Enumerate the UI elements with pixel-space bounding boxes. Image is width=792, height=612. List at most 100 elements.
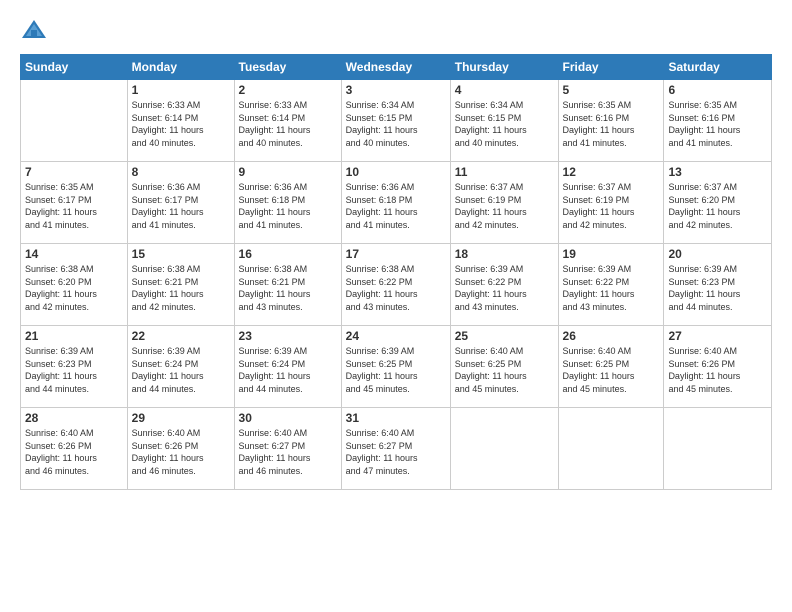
calendar-cell: 29Sunrise: 6:40 AM Sunset: 6:26 PM Dayli… bbox=[127, 408, 234, 490]
day-number: 23 bbox=[239, 329, 337, 343]
day-number: 14 bbox=[25, 247, 123, 261]
day-info: Sunrise: 6:38 AM Sunset: 6:21 PM Dayligh… bbox=[239, 263, 337, 313]
day-info: Sunrise: 6:40 AM Sunset: 6:26 PM Dayligh… bbox=[132, 427, 230, 477]
day-number: 5 bbox=[563, 83, 660, 97]
calendar-cell: 19 Sunrise: 6:39 AM Sunset: 6:22 PM Dayli… bbox=[558, 244, 664, 326]
day-info: Sunrise: 6:37 AM Sunset: 6:19 PM Dayligh… bbox=[563, 181, 660, 231]
week-row-1: 1 Sunrise: 6:33 AM Sunset: 6:14 PM Daylig… bbox=[21, 80, 772, 162]
calendar-cell: 8 Sunrise: 6:36 AM Sunset: 6:17 PM Daylig… bbox=[127, 162, 234, 244]
calendar-cell: 4Sunrise: 6:34 AM Sunset: 6:15 PM Daylig… bbox=[450, 80, 558, 162]
weekday-header-saturday: Saturday bbox=[664, 55, 772, 80]
calendar-cell bbox=[558, 408, 664, 490]
day-number: 27 bbox=[668, 329, 767, 343]
day-info: Sunrise: 6:38 AM Sunset: 6:20 PM Dayligh… bbox=[25, 263, 123, 313]
calendar-cell: 11 Sunrise: 6:37 AM Sunset: 6:19 PM Dayli… bbox=[450, 162, 558, 244]
day-info: Sunrise: 6:36 AM Sunset: 6:18 PM Dayligh… bbox=[239, 181, 337, 231]
day-number: 6 bbox=[668, 83, 767, 97]
week-row-2: 7Sunrise: 6:35 AM Sunset: 6:17 PM Daylig… bbox=[21, 162, 772, 244]
day-info: Sunrise: 6:40 AM Sunset: 6:26 PM Dayligh… bbox=[668, 345, 767, 395]
day-number: 15 bbox=[132, 247, 230, 261]
calendar-cell: 27 Sunrise: 6:40 AM Sunset: 6:26 PM Dayli… bbox=[664, 326, 772, 408]
day-number: 13 bbox=[668, 165, 767, 179]
calendar-cell: 26 Sunrise: 6:40 AM Sunset: 6:25 PM Dayli… bbox=[558, 326, 664, 408]
day-number: 2 bbox=[239, 83, 337, 97]
day-info: Sunrise: 6:39 AM Sunset: 6:22 PM Dayligh… bbox=[455, 263, 554, 313]
day-info: Sunrise: 6:39 AM Sunset: 6:25 PM Dayligh… bbox=[346, 345, 446, 395]
calendar-cell: 12 Sunrise: 6:37 AM Sunset: 6:19 PM Dayli… bbox=[558, 162, 664, 244]
calendar-cell: 10 Sunrise: 6:36 AM Sunset: 6:18 PM Dayli… bbox=[341, 162, 450, 244]
day-number: 19 bbox=[563, 247, 660, 261]
calendar-cell: 5 Sunrise: 6:35 AM Sunset: 6:16 PM Daylig… bbox=[558, 80, 664, 162]
week-row-5: 28 Sunrise: 6:40 AM Sunset: 6:26 PM Dayli… bbox=[21, 408, 772, 490]
calendar-cell: 2 Sunrise: 6:33 AM Sunset: 6:14 PM Daylig… bbox=[234, 80, 341, 162]
day-number: 25 bbox=[455, 329, 554, 343]
calendar-cell: 1 Sunrise: 6:33 AM Sunset: 6:14 PM Daylig… bbox=[127, 80, 234, 162]
calendar-cell: 21Sunrise: 6:39 AM Sunset: 6:23 PM Dayli… bbox=[21, 326, 128, 408]
weekday-header-thursday: Thursday bbox=[450, 55, 558, 80]
day-info: Sunrise: 6:40 AM Sunset: 6:26 PM Dayligh… bbox=[25, 427, 123, 477]
header bbox=[20, 16, 772, 44]
day-info: Sunrise: 6:39 AM Sunset: 6:23 PM Dayligh… bbox=[668, 263, 767, 313]
day-info: Sunrise: 6:39 AM Sunset: 6:24 PM Dayligh… bbox=[132, 345, 230, 395]
weekday-header-sunday: Sunday bbox=[21, 55, 128, 80]
day-info: Sunrise: 6:35 AM Sunset: 6:17 PM Dayligh… bbox=[25, 181, 123, 231]
calendar-cell: 13 Sunrise: 6:37 AM Sunset: 6:20 PM Dayli… bbox=[664, 162, 772, 244]
calendar-cell bbox=[21, 80, 128, 162]
day-info: Sunrise: 6:39 AM Sunset: 6:23 PM Dayligh… bbox=[25, 345, 123, 395]
day-number: 16 bbox=[239, 247, 337, 261]
day-info: Sunrise: 6:38 AM Sunset: 6:22 PM Dayligh… bbox=[346, 263, 446, 313]
calendar-cell: 23Sunrise: 6:39 AM Sunset: 6:24 PM Dayli… bbox=[234, 326, 341, 408]
day-info: Sunrise: 6:36 AM Sunset: 6:17 PM Dayligh… bbox=[132, 181, 230, 231]
calendar-cell: 22Sunrise: 6:39 AM Sunset: 6:24 PM Dayli… bbox=[127, 326, 234, 408]
day-info: Sunrise: 6:37 AM Sunset: 6:19 PM Dayligh… bbox=[455, 181, 554, 231]
week-row-3: 14 Sunrise: 6:38 AM Sunset: 6:20 PM Dayli… bbox=[21, 244, 772, 326]
calendar-table: SundayMondayTuesdayWednesdayThursdayFrid… bbox=[20, 54, 772, 490]
weekday-header-wednesday: Wednesday bbox=[341, 55, 450, 80]
calendar-cell: 16 Sunrise: 6:38 AM Sunset: 6:21 PM Dayli… bbox=[234, 244, 341, 326]
week-row-4: 21Sunrise: 6:39 AM Sunset: 6:23 PM Dayli… bbox=[21, 326, 772, 408]
calendar-cell: 20Sunrise: 6:39 AM Sunset: 6:23 PM Dayli… bbox=[664, 244, 772, 326]
day-number: 1 bbox=[132, 83, 230, 97]
weekday-header-row: SundayMondayTuesdayWednesdayThursdayFrid… bbox=[21, 55, 772, 80]
day-info: Sunrise: 6:40 AM Sunset: 6:25 PM Dayligh… bbox=[455, 345, 554, 395]
day-number: 30 bbox=[239, 411, 337, 425]
day-number: 24 bbox=[346, 329, 446, 343]
day-number: 26 bbox=[563, 329, 660, 343]
day-info: Sunrise: 6:33 AM Sunset: 6:14 PM Dayligh… bbox=[239, 99, 337, 149]
day-number: 8 bbox=[132, 165, 230, 179]
calendar-cell: 31 Sunrise: 6:40 AM Sunset: 6:27 PM Dayli… bbox=[341, 408, 450, 490]
calendar-cell: 14 Sunrise: 6:38 AM Sunset: 6:20 PM Dayli… bbox=[21, 244, 128, 326]
day-info: Sunrise: 6:35 AM Sunset: 6:16 PM Dayligh… bbox=[563, 99, 660, 149]
day-info: Sunrise: 6:33 AM Sunset: 6:14 PM Dayligh… bbox=[132, 99, 230, 149]
calendar-cell: 25 Sunrise: 6:40 AM Sunset: 6:25 PM Dayli… bbox=[450, 326, 558, 408]
calendar-cell: 17 Sunrise: 6:38 AM Sunset: 6:22 PM Dayli… bbox=[341, 244, 450, 326]
weekday-header-monday: Monday bbox=[127, 55, 234, 80]
day-number: 10 bbox=[346, 165, 446, 179]
day-info: Sunrise: 6:37 AM Sunset: 6:20 PM Dayligh… bbox=[668, 181, 767, 231]
calendar-cell: 3Sunrise: 6:34 AM Sunset: 6:15 PM Daylig… bbox=[341, 80, 450, 162]
day-info: Sunrise: 6:40 AM Sunset: 6:27 PM Dayligh… bbox=[346, 427, 446, 477]
day-info: Sunrise: 6:39 AM Sunset: 6:22 PM Dayligh… bbox=[563, 263, 660, 313]
logo-icon bbox=[20, 16, 48, 44]
day-number: 4 bbox=[455, 83, 554, 97]
day-info: Sunrise: 6:38 AM Sunset: 6:21 PM Dayligh… bbox=[132, 263, 230, 313]
day-number: 31 bbox=[346, 411, 446, 425]
day-info: Sunrise: 6:35 AM Sunset: 6:16 PM Dayligh… bbox=[668, 99, 767, 149]
day-number: 11 bbox=[455, 165, 554, 179]
day-info: Sunrise: 6:40 AM Sunset: 6:25 PM Dayligh… bbox=[563, 345, 660, 395]
weekday-header-tuesday: Tuesday bbox=[234, 55, 341, 80]
calendar-cell: 18 Sunrise: 6:39 AM Sunset: 6:22 PM Dayli… bbox=[450, 244, 558, 326]
day-number: 3 bbox=[346, 83, 446, 97]
day-info: Sunrise: 6:36 AM Sunset: 6:18 PM Dayligh… bbox=[346, 181, 446, 231]
calendar-cell: 15 Sunrise: 6:38 AM Sunset: 6:21 PM Dayli… bbox=[127, 244, 234, 326]
day-number: 17 bbox=[346, 247, 446, 261]
day-info: Sunrise: 6:40 AM Sunset: 6:27 PM Dayligh… bbox=[239, 427, 337, 477]
calendar-cell: 24 Sunrise: 6:39 AM Sunset: 6:25 PM Dayli… bbox=[341, 326, 450, 408]
day-number: 18 bbox=[455, 247, 554, 261]
calendar-cell bbox=[450, 408, 558, 490]
calendar-cell: 9Sunrise: 6:36 AM Sunset: 6:18 PM Daylig… bbox=[234, 162, 341, 244]
day-number: 28 bbox=[25, 411, 123, 425]
calendar-cell: 30 Sunrise: 6:40 AM Sunset: 6:27 PM Dayli… bbox=[234, 408, 341, 490]
page: SundayMondayTuesdayWednesdayThursdayFrid… bbox=[0, 0, 792, 612]
day-number: 12 bbox=[563, 165, 660, 179]
